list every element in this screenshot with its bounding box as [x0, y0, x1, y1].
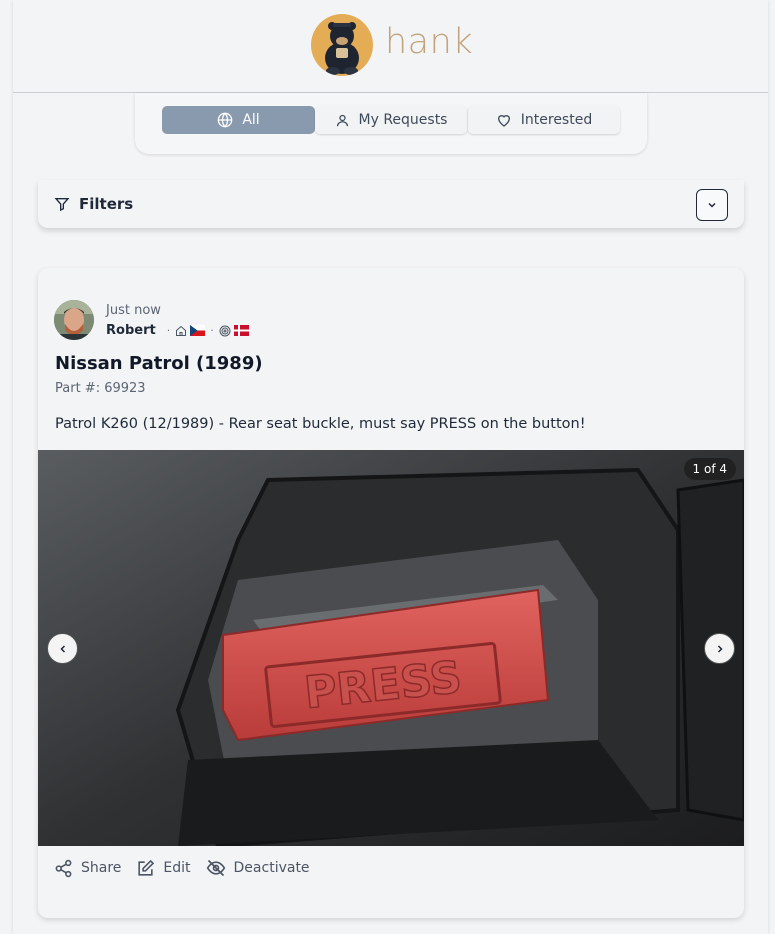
tab-my-requests-label: My Requests — [358, 112, 448, 128]
post-actions: Share Edit Deactivate — [54, 858, 325, 878]
eye-off-icon — [206, 859, 225, 877]
share-button[interactable]: Share — [54, 859, 121, 878]
edit-label: Edit — [163, 860, 191, 876]
deactivate-label: Deactivate — [233, 860, 310, 876]
separator-dot: · — [166, 324, 171, 337]
previous-image-button[interactable] — [47, 633, 78, 664]
author-name[interactable]: Robert — [106, 323, 156, 338]
filters-panel: Filters — [38, 180, 744, 228]
part-number: Part #: 69923 — [55, 381, 146, 396]
page: hank All My Requests Interested Filters — [13, 0, 768, 934]
heart-icon — [497, 115, 510, 127]
author-row: Robert · · — [106, 323, 249, 338]
globe-icon — [217, 112, 233, 128]
app-header: hank — [13, 0, 768, 93]
separator-dot: · — [210, 324, 214, 337]
deactivate-button[interactable]: Deactivate — [206, 858, 310, 878]
brand-name: hank — [385, 22, 474, 62]
request-tabs: All My Requests Interested — [135, 93, 647, 154]
tab-my-requests[interactable]: My Requests — [315, 106, 467, 134]
share-icon — [55, 859, 72, 877]
filters-label: Filters — [79, 195, 134, 213]
user-icon — [336, 114, 348, 126]
edit-icon — [138, 859, 155, 876]
chevron-right-icon — [717, 644, 723, 653]
target-icon — [219, 325, 231, 336]
request-card: Just now Robert · · Nissan Patrol (1989)… — [38, 268, 744, 918]
filter-icon — [54, 198, 70, 212]
czech-flag-icon — [190, 325, 206, 336]
post-time: Just now — [106, 303, 161, 318]
next-image-button[interactable] — [704, 633, 735, 664]
avatar[interactable] — [54, 300, 94, 340]
tab-interested-label: Interested — [520, 112, 593, 128]
post-title: Nissan Patrol (1989) — [55, 353, 263, 374]
share-label: Share — [81, 860, 122, 876]
home-icon — [176, 325, 187, 336]
denmark-flag-icon — [233, 325, 249, 336]
tab-all[interactable]: All — [162, 106, 315, 134]
filters-toggle-button[interactable] — [696, 189, 728, 221]
bear-logo-icon[interactable] — [311, 14, 373, 76]
chevron-left-icon — [59, 644, 65, 653]
post-photo[interactable]: PRESS 1 of 4 — [38, 450, 744, 846]
image-counter: 1 of 4 — [683, 458, 736, 480]
tab-all-label: All — [242, 112, 260, 128]
chevron-down-icon — [708, 202, 716, 208]
post-description: Patrol K260 (12/1989) - Rear seat buckle… — [55, 416, 586, 432]
edit-button[interactable]: Edit — [136, 859, 191, 878]
tab-interested[interactable]: Interested — [468, 106, 620, 134]
